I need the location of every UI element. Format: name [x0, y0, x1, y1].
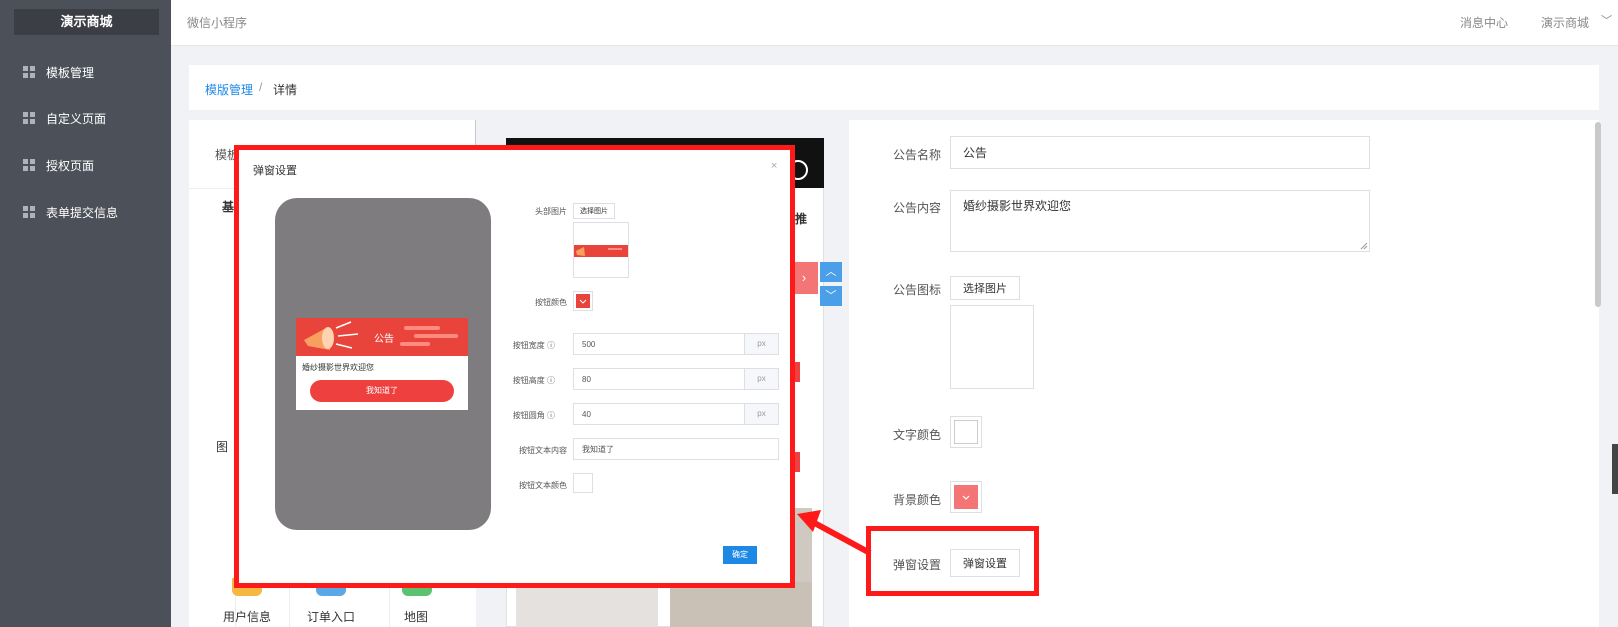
sidebar-item-label: 自定义页面 [46, 111, 107, 126]
component-user-info[interactable]: 用户信息 [223, 608, 271, 625]
header-image-label: 头部图片 [535, 207, 567, 216]
info-icon: ⓘ [547, 411, 555, 420]
button-text-label: 按钮文本内容 [519, 446, 567, 455]
component-map[interactable]: 地图 [404, 608, 428, 625]
sidebar-item-label: 模板管理 [46, 65, 95, 80]
bg-color-picker[interactable] [950, 481, 982, 513]
popup-content: 婚纱摄影世界欢迎您 [302, 363, 374, 372]
wedding-photo [516, 582, 658, 627]
sidebar-item-template-management[interactable]: 模板管理 [0, 54, 171, 90]
button-text-color-picker[interactable] [573, 473, 593, 493]
popup-preview: 公告 婚纱摄影世界欢迎您 我知道了 [296, 318, 468, 410]
notice-content-textarea[interactable]: 婚纱摄影世界欢迎您 [950, 190, 1370, 252]
grid-icon [23, 159, 35, 171]
text-color-picker[interactable] [950, 416, 982, 448]
component-label-image: 图 [216, 440, 229, 454]
notice-icon-preview [950, 305, 1034, 389]
sidebar-item-label: 授权页面 [46, 158, 95, 173]
grid-icon [23, 112, 35, 124]
popup-ok-button: 我知道了 [310, 380, 454, 402]
top-header: 微信小程序 消息中心 演示商城 ﹀ [171, 0, 1618, 46]
info-icon: ⓘ [547, 376, 555, 385]
window-scroll-edge [1612, 444, 1618, 494]
unit-suffix: px [744, 334, 778, 354]
message-center-link[interactable]: 消息中心 [1460, 14, 1508, 31]
breadcrumb-current: 详情 [273, 83, 298, 97]
unit-suffix: px [744, 404, 778, 424]
select-image-button[interactable]: 选择图片 [950, 276, 1020, 300]
sidebar-item-auth-page[interactable]: 授权页面 [0, 147, 171, 183]
sidebar: 演示商城 模板管理 自定义页面 授权页面 表单提交信息 [0, 0, 171, 627]
notice-content-label: 公告内容 [893, 201, 942, 215]
popup-settings-dialog: 弹窗设置 × 公告 婚纱摄影世界欢迎您 我知道了 头部图片 选择图片 按钮颜色 [239, 150, 790, 583]
scrollbar[interactable] [1595, 122, 1601, 307]
move-up-button[interactable]: ︿ [820, 262, 842, 282]
button-height-input[interactable]: 80 px [573, 368, 779, 390]
button-text-color-label: 按钮文本颜色 [519, 481, 567, 490]
button-width-input[interactable]: 500 px [573, 333, 779, 355]
popup-header-image: 公告 [296, 318, 468, 356]
button-radius-label: 按钮圆角 ⓘ [512, 411, 555, 420]
button-color-label: 按钮颜色 [535, 298, 567, 307]
resize-handle-icon[interactable] [1360, 242, 1368, 250]
popup-title: 公告 [374, 334, 394, 345]
sidebar-item-label: 表单提交信息 [46, 205, 119, 220]
header-image-thumbnail [574, 245, 628, 257]
bg-color-label: 背景颜色 [893, 493, 942, 507]
grid-icon [23, 66, 35, 78]
info-icon: ⓘ [547, 341, 555, 350]
grid-icon [23, 206, 35, 218]
button-width-label: 按钮宽度 ⓘ [512, 341, 555, 350]
text-color-label: 文字颜色 [893, 428, 942, 442]
breadcrumb-template-management[interactable]: 模版管理 [205, 81, 253, 98]
notice-icon-label: 公告图标 [893, 283, 942, 297]
breadcrumb: 模版管理 / 详情 [189, 65, 1599, 110]
sidebar-item-custom-page[interactable]: 自定义页面 [0, 100, 171, 136]
app-name: 微信小程序 [187, 16, 248, 30]
button-color-picker[interactable] [573, 291, 593, 311]
preview-title-fragment: 推 [795, 212, 808, 226]
breadcrumb-separator: / [259, 80, 263, 94]
confirm-button[interactable]: 确定 [723, 546, 757, 564]
sidebar-item-form-submissions[interactable]: 表单提交信息 [0, 194, 171, 230]
component-order-entry[interactable]: 订单入口 [307, 608, 355, 625]
arrow-icon [797, 510, 872, 556]
unit-suffix: px [744, 369, 778, 389]
notice-name-input[interactable]: 公告 [950, 136, 1370, 169]
button-text-input[interactable]: 我知道了 [573, 438, 779, 460]
button-radius-input[interactable]: 40 px [573, 403, 779, 425]
header-image-preview [573, 222, 629, 278]
chevron-down-icon [579, 299, 587, 304]
move-down-button[interactable]: ﹀ [820, 286, 842, 306]
chevron-down-icon [962, 495, 970, 500]
dialog-title: 弹窗设置 [253, 165, 297, 177]
brand-title: 演示商城 [14, 9, 159, 35]
select-header-image-button[interactable]: 选择图片 [573, 203, 615, 219]
user-menu[interactable]: 演示商城 [1541, 14, 1589, 31]
notice-name-label: 公告名称 [893, 148, 942, 162]
chevron-down-icon[interactable]: ﹀ [1601, 12, 1612, 28]
wedding-photo [670, 582, 812, 627]
close-icon[interactable]: × [771, 160, 777, 172]
tab-basic[interactable]: 基 [222, 198, 234, 215]
highlight-popup-settings [866, 526, 1039, 596]
button-height-label: 按钮高度 ⓘ [512, 376, 555, 385]
